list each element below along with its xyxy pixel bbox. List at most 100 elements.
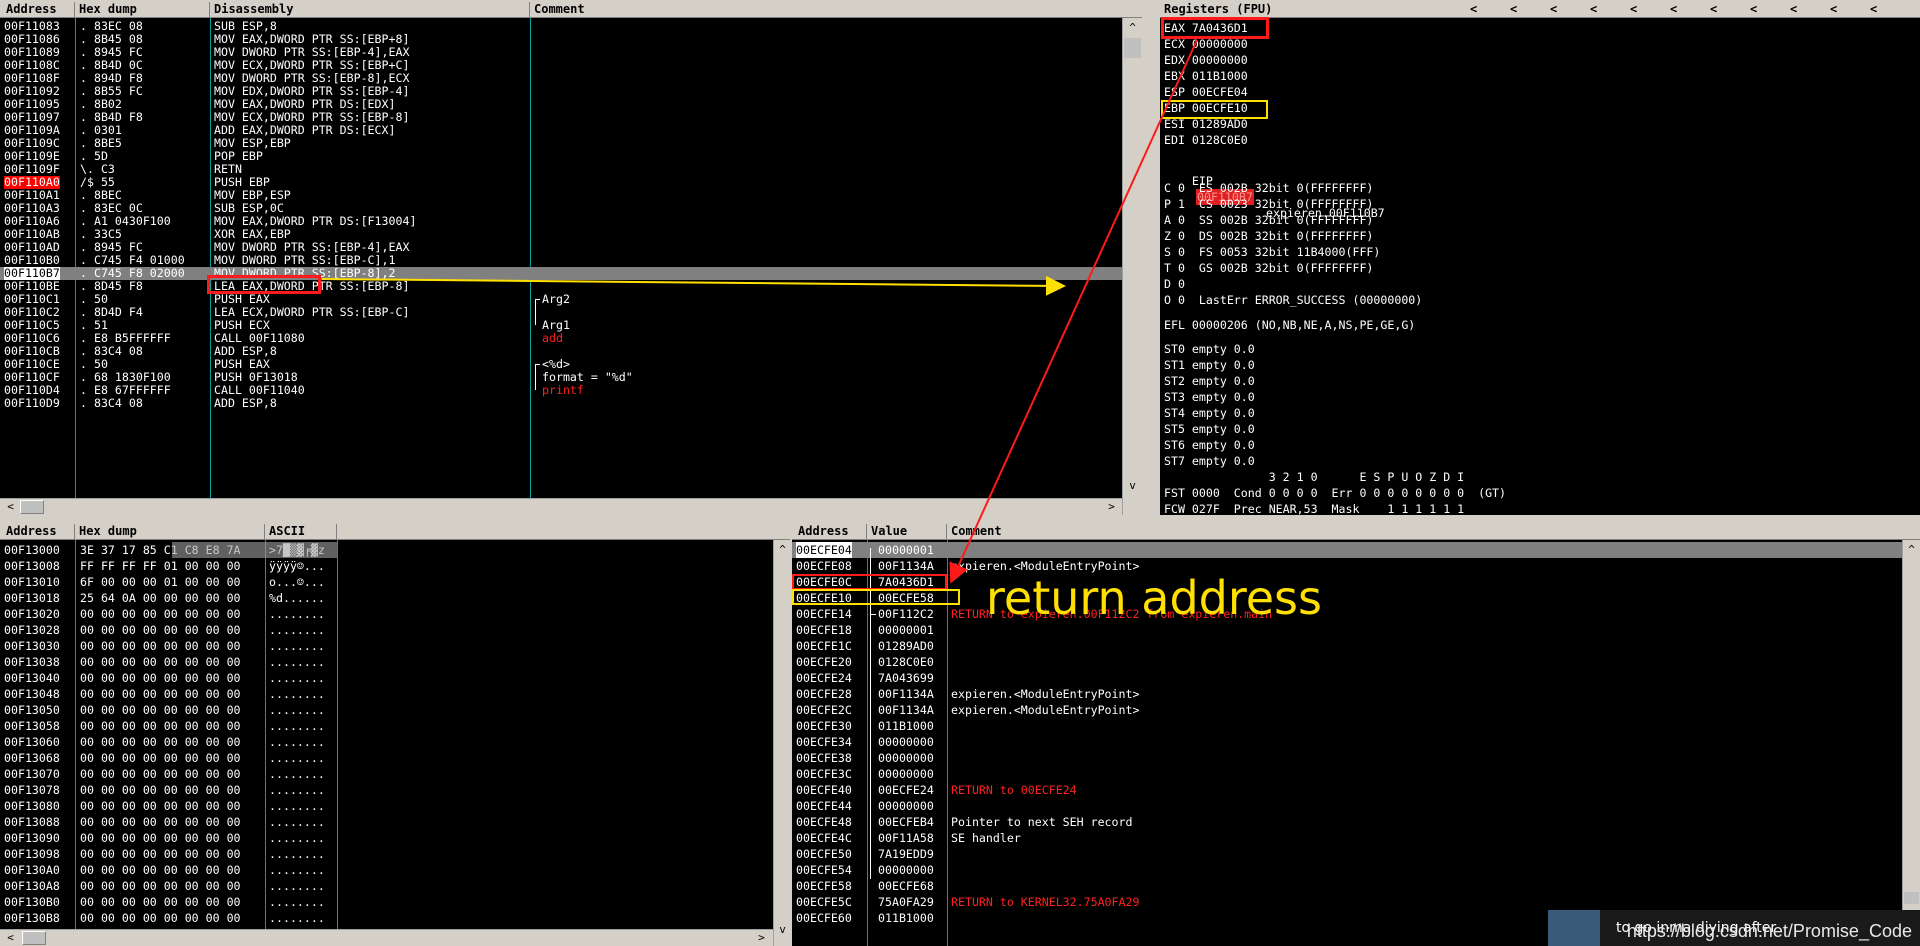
stack-row[interactable]: 00ECFE08 00F1134A expieren.<ModuleEntryPoi…	[792, 558, 1920, 574]
registers-pane[interactable]: Registers (FPU) < < < < < < < < < < < EAX 7A0436D1…	[1160, 0, 1920, 515]
stack-address[interactable]: 00ECFE28	[796, 686, 852, 702]
register-nav-arrow-icon[interactable]: <	[1870, 2, 1882, 17]
scroll-left-icon[interactable]: <	[2, 930, 19, 946]
scroll-thumb[interactable]	[22, 931, 46, 945]
register-row[interactable]: EDX 00000000	[1164, 52, 1248, 68]
stack-row[interactable]: 00ECFE58 00ECFE68	[792, 878, 1920, 894]
stack-row[interactable]: 00ECFE14 00F112C2 RETURN to expieren.00F11…	[792, 606, 1920, 622]
fpu-row[interactable]: ST1 empty 0.0	[1164, 357, 1255, 373]
stack-row[interactable]: 00ECFE2C 00F1134A expieren.<ModuleEntryPoi…	[792, 702, 1920, 718]
disasm-row[interactable]: 00F110A6. A1 0430F100 MOV EAX,DWORD PTR D…	[0, 215, 1142, 228]
stack-row[interactable]: 00ECFE5C 75A0FA29 RETURN to KERNEL32.75A0F…	[792, 894, 1920, 910]
hexdump-row[interactable]: 00F13080 00 00 00 00 00 00 00 00........	[0, 798, 790, 814]
stack-row[interactable]: 00ECFE18 00000001	[792, 622, 1920, 638]
register-nav-arrow-icon[interactable]: <	[1710, 2, 1722, 17]
flag-row[interactable]: Z 0 DS 002B 32bit 0(FFFFFFFF)	[1164, 228, 1373, 244]
flag-row[interactable]: C 0 ES 002B 32bit 0(FFFFFFFF)	[1164, 180, 1373, 196]
scroll-down-icon[interactable]: v	[774, 922, 790, 939]
fpu-row[interactable]: ST3 empty 0.0	[1164, 389, 1255, 405]
flag-row[interactable]: P 1 CS 0023 32bit 0(FFFFFFFF)	[1164, 196, 1373, 212]
disasm-row[interactable]: 00F1109C. 8BE5 MOV ESP,EBP	[0, 137, 1142, 150]
disasm-row[interactable]: 00F110A0/$ 55 PUSH EBP	[0, 176, 1142, 189]
register-row[interactable]: ESP 00ECFE04	[1164, 84, 1248, 100]
flag-row[interactable]: O 0 LastErr ERROR_SUCCESS (00000000)	[1164, 292, 1422, 308]
register-nav-arrow-icon[interactable]: <	[1670, 2, 1682, 17]
stack-row[interactable]: 00ECFE40 00ECFE24 RETURN to 00ECFE24	[792, 782, 1920, 798]
hexdump-row[interactable]: 00F130B0 00 00 00 00 00 00 00 00........	[0, 894, 790, 910]
hexdump-row[interactable]: 00F13060 00 00 00 00 00 00 00 00........	[0, 734, 790, 750]
stack-row[interactable]: 00ECFE44 00000000	[792, 798, 1920, 814]
stack-list[interactable]: 00ECFE04 00000001 00ECFE08 00F1134A expieren…	[792, 542, 1920, 946]
hexdump-row[interactable]: 00F13028 00 00 00 00 00 00 00 00........	[0, 622, 790, 638]
stack-address[interactable]: 00ECFE3C	[796, 766, 852, 782]
disasm-row[interactable]: 00F110A1. 8BEC MOV EBP,ESP	[0, 189, 1142, 202]
stack-row[interactable]: 00ECFE30 011B1000	[792, 718, 1920, 734]
register-nav-arrow-icon[interactable]: <	[1830, 2, 1842, 17]
stack-address[interactable]: 00ECFE5C	[796, 894, 852, 910]
pane-splitter[interactable]	[0, 515, 1920, 522]
stack-row[interactable]: 00ECFE10 00ECFE58	[792, 590, 1920, 606]
stack-address[interactable]: 00ECFE54	[796, 862, 852, 878]
fpu-row[interactable]: ST2 empty 0.0	[1164, 373, 1255, 389]
disasm-row[interactable]: 00F11097. 8B4D F8 MOV ECX,DWORD PTR SS:[E…	[0, 111, 1142, 124]
disassembly-pane[interactable]: Address Hex dump Disassembly Comment 00F…	[0, 0, 1142, 515]
scroll-right-icon[interactable]: >	[1103, 499, 1120, 515]
stack-address[interactable]: 00ECFE38	[796, 750, 852, 766]
stack-row[interactable]: 00ECFE4C 00F11A58 SE handler	[792, 830, 1920, 846]
col-header-address[interactable]: Address	[2, 524, 75, 539]
stack-row[interactable]: 00ECFE3C 00000000	[792, 766, 1920, 782]
col-header-comment[interactable]: Comment	[530, 2, 1130, 17]
hexdump-row[interactable]: 00F13070 00 00 00 00 00 00 00 00........	[0, 766, 790, 782]
stack-row[interactable]: 00ECFE0C 7A0436D1	[792, 574, 1920, 590]
register-nav-arrow-icon[interactable]: <	[1550, 2, 1562, 17]
disasm-row[interactable]: 00F1109E. 5D POP EBP	[0, 150, 1142, 163]
hexdump-row[interactable]: 00F13068 00 00 00 00 00 00 00 00........	[0, 750, 790, 766]
register-nav-arrow-icon[interactable]: <	[1790, 2, 1802, 17]
stack-row[interactable]: 00ECFE20 0128C0E0	[792, 654, 1920, 670]
disasm-row[interactable]: 00F11095. 8B02 MOV EAX,DWORD PTR DS:[EDX]	[0, 98, 1142, 111]
flag-row[interactable]: D 0	[1164, 276, 1185, 292]
flag-row[interactable]: A 0 SS 002B 32bit 0(FFFFFFFF)	[1164, 212, 1373, 228]
fpu-row[interactable]: ST6 empty 0.0	[1164, 437, 1255, 453]
stack-row[interactable]: 00ECFE34 00000000	[792, 734, 1920, 750]
hexdump-row[interactable]: 00F130B8 00 00 00 00 00 00 00 00........	[0, 910, 790, 926]
stack-address[interactable]: 00ECFE1C	[796, 638, 852, 654]
hexdump-row[interactable]: 00F13050 00 00 00 00 00 00 00 00........	[0, 702, 790, 718]
fpu-row[interactable]: ST0 empty 0.0	[1164, 341, 1255, 357]
col-header-hexdump[interactable]: Hex dump	[75, 524, 265, 539]
stack-address[interactable]: 00ECFE2C	[796, 702, 852, 718]
disasm-row[interactable]: 00F11086. 8B45 08 MOV EAX,DWORD PTR SS:[E…	[0, 33, 1142, 46]
scroll-thumb-v[interactable]	[1904, 892, 1919, 904]
scroll-up-icon[interactable]: ^	[774, 542, 790, 559]
hexdump-row[interactable]: 00F13078 00 00 00 00 00 00 00 00........	[0, 782, 790, 798]
efl-row[interactable]: EFL 00000206 (NO,NB,NE,A,NS,PE,GE,G)	[1164, 317, 1415, 333]
col-header-hexdump[interactable]: Hex dump	[75, 2, 210, 17]
stack-address[interactable]: 00ECFE24	[796, 670, 852, 686]
disasm-row[interactable]: 00F110BE. 8D45 F8 LEA EAX,DWORD PTR SS:[E…	[0, 280, 1142, 293]
disassembly-vscrollbar[interactable]: ^ v	[1122, 18, 1142, 515]
register-row[interactable]: EDI 0128C0E0	[1164, 132, 1248, 148]
flag-row[interactable]: S 0 FS 0053 32bit 11B4000(FFF)	[1164, 244, 1380, 260]
register-nav-arrow-icon[interactable]: <	[1510, 2, 1522, 17]
col-header-address[interactable]: Address	[2, 2, 75, 17]
stack-row[interactable]: 00ECFE54 00000000	[792, 862, 1920, 878]
hexdump-row[interactable]: 00F13098 00 00 00 00 00 00 00 00........	[0, 846, 790, 862]
hexdump-row[interactable]: 00F130003E 37 17 85 C1 C8 E8 7A>7█▒▓╒▓z	[0, 542, 790, 558]
stack-row[interactable]: 00ECFE04 00000001	[792, 542, 1920, 558]
stack-address[interactable]: 00ECFE50	[796, 846, 852, 862]
fpu-row[interactable]: ST5 empty 0.0	[1164, 421, 1255, 437]
stack-vscrollbar[interactable]: ^	[1902, 540, 1920, 946]
disasm-row[interactable]: 00F110D4. E8 67FFFFFF CALL 00F11040 printf	[0, 384, 1142, 397]
stack-address[interactable]: 00ECFE4C	[796, 830, 852, 846]
disassembly-hscrollbar[interactable]: < >	[0, 498, 1142, 515]
register-nav-arrow-icon[interactable]: <	[1750, 2, 1762, 17]
disasm-row[interactable]: 00F110CB. 83C4 08 ADD ESP,8	[0, 345, 1142, 358]
stack-address[interactable]: 00ECFE44	[796, 798, 852, 814]
disassembly-list[interactable]: 00F11083. 83EC 08 SUB ESP,8 00F11086. 8B45…	[0, 20, 1142, 498]
disasm-row[interactable]: 00F110A3. 83EC 0C SUB ESP,0C	[0, 202, 1142, 215]
stack-address[interactable]: 00ECFE40	[796, 782, 852, 798]
fpu-row[interactable]: ST4 empty 0.0	[1164, 405, 1255, 421]
hexdump-row[interactable]: 00F13048 00 00 00 00 00 00 00 00........	[0, 686, 790, 702]
stack-address[interactable]: 00ECFE08	[796, 558, 852, 574]
hexdump-row[interactable]: 00F13040 00 00 00 00 00 00 00 00........	[0, 670, 790, 686]
